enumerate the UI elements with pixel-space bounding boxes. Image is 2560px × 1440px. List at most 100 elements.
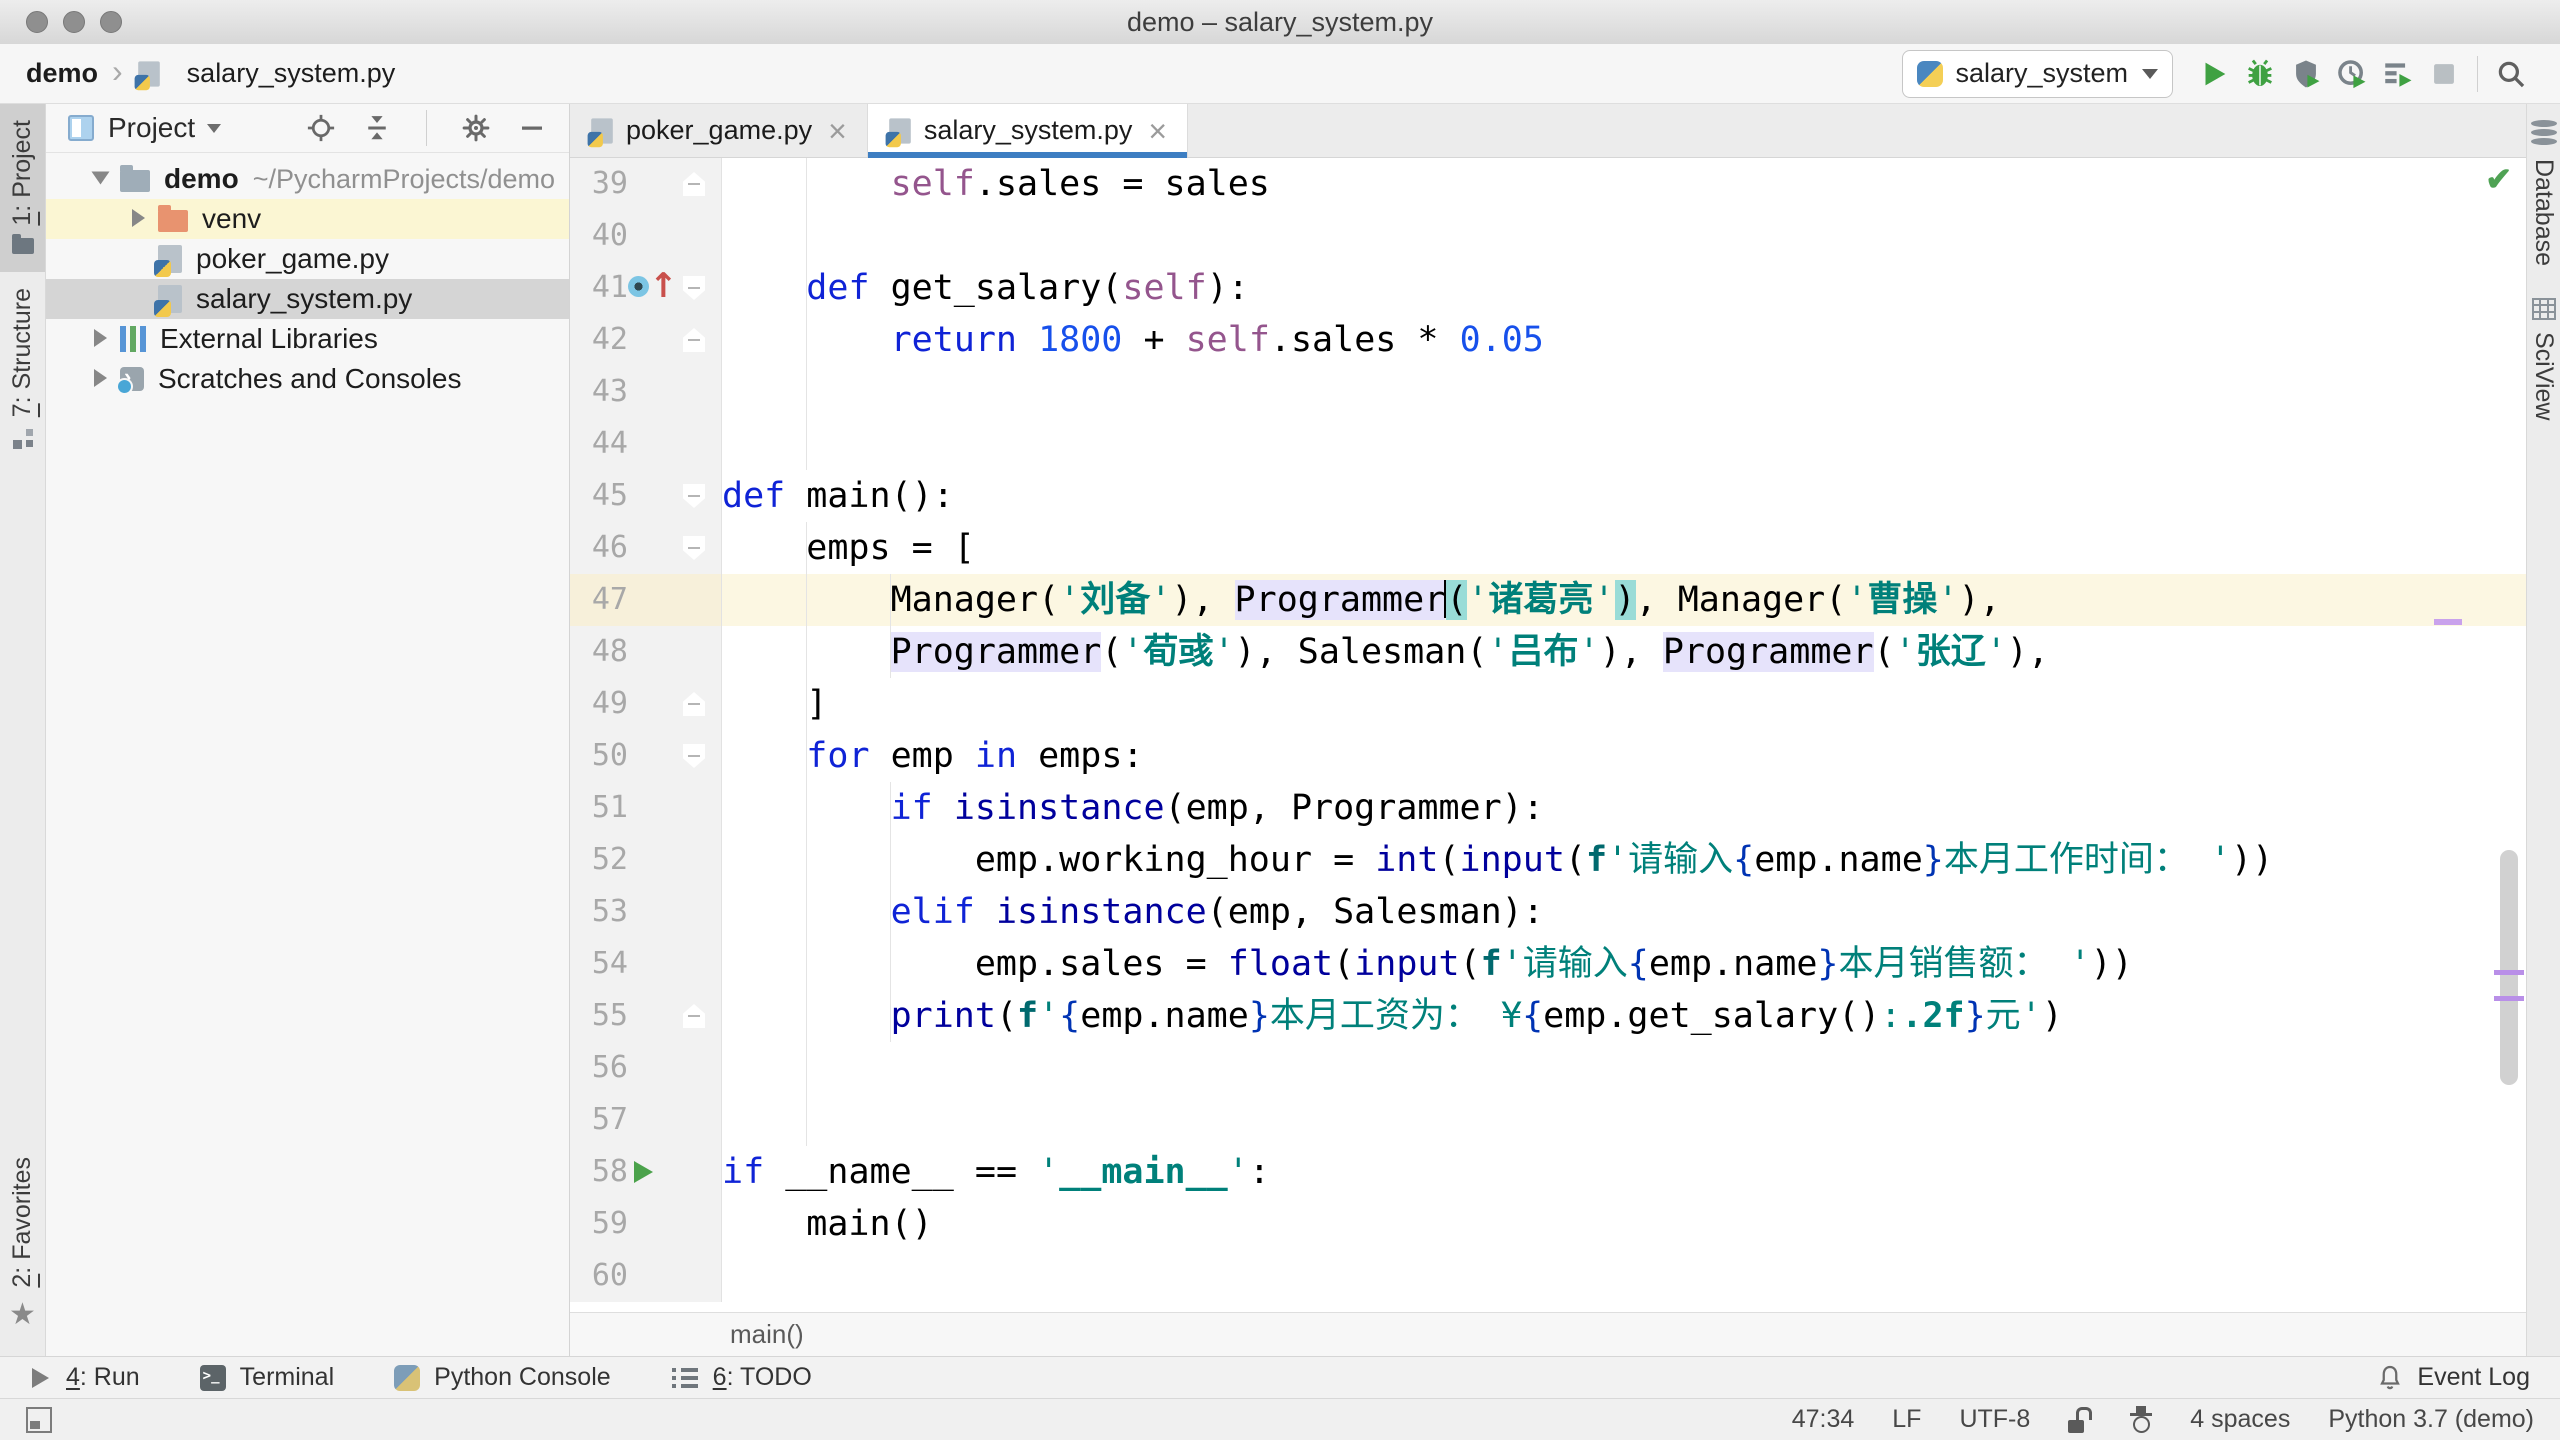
- readonly-toggle-icon[interactable]: [2068, 1406, 2093, 1433]
- close-window-button[interactable]: [26, 11, 48, 33]
- fold-marker-icon[interactable]: [668, 990, 720, 1042]
- code-text[interactable]: [722, 1042, 2526, 1094]
- code-text[interactable]: Manager('刘备'), Programmer('诸葛亮'), Manage…: [722, 574, 2526, 626]
- code-text[interactable]: main(): [722, 1198, 2526, 1250]
- fold-marker-icon[interactable]: [668, 678, 720, 730]
- settings-button[interactable]: [459, 111, 493, 145]
- code-text[interactable]: return 1800 + self.sales * 0.05: [722, 314, 2526, 366]
- close-tab-icon[interactable]: ×: [828, 115, 847, 147]
- editor-tab-poker-game-py[interactable]: poker_game.py ×: [570, 104, 868, 157]
- code-text[interactable]: emp.sales = float(input(f'请输入{emp.name}本…: [722, 938, 2526, 990]
- tool-window-toggle-icon[interactable]: [26, 1406, 52, 1433]
- status-python-interpreter[interactable]: Python 3.7 (demo): [2328, 1405, 2534, 1434]
- toolbar-profile-button[interactable]: [2329, 51, 2375, 97]
- code-text[interactable]: for emp in emps:: [722, 730, 2526, 782]
- line-number[interactable]: 46: [570, 522, 628, 574]
- project-panel-title[interactable]: Project: [108, 112, 195, 144]
- line-number[interactable]: 40: [570, 210, 628, 262]
- code-text[interactable]: self.sales = sales: [722, 158, 2526, 210]
- editor-scrollbar[interactable]: [2500, 850, 2518, 1085]
- code-text[interactable]: elif isinstance(emp, Salesman):: [722, 886, 2526, 938]
- line-number[interactable]: 47: [570, 574, 628, 626]
- tool-window-button-terminal[interactable]: Terminal: [199, 1363, 334, 1392]
- line-number[interactable]: 53: [570, 886, 628, 938]
- project-item-venv[interactable]: venv: [46, 199, 569, 239]
- expand-arrow-icon[interactable]: [124, 207, 158, 231]
- code-text[interactable]: [722, 1094, 2526, 1146]
- line-number[interactable]: 54: [570, 938, 628, 990]
- project-item-salary-system[interactable]: salary_system.py: [46, 279, 569, 319]
- status-caret-position[interactable]: 47:34: [1792, 1405, 1855, 1434]
- line-number[interactable]: 44: [570, 418, 628, 470]
- line-number[interactable]: 52: [570, 834, 628, 886]
- code-editor[interactable]: 39 self.sales = sales4041 def get_salary…: [570, 158, 2526, 1312]
- fold-marker-icon[interactable]: [668, 522, 720, 574]
- stripe-button-sciview[interactable]: SciView: [2527, 282, 2560, 436]
- expand-arrow-icon[interactable]: [86, 367, 120, 391]
- status-indent-style[interactable]: 4 spaces: [2190, 1405, 2290, 1434]
- stripe-button-project[interactable]: 1: Project: [0, 104, 45, 272]
- code-text[interactable]: emp.working_hour = int(input(f'请输入{emp.n…: [722, 834, 2526, 886]
- hide-button[interactable]: [515, 111, 549, 145]
- fold-marker-icon[interactable]: [668, 262, 720, 314]
- run-configuration-select[interactable]: salary_system: [1902, 49, 2173, 98]
- line-number[interactable]: 45: [570, 470, 628, 522]
- stripe-button-favorites[interactable]: 2: Favorites: [0, 1141, 45, 1346]
- code-text[interactable]: ]: [722, 678, 2526, 730]
- code-text[interactable]: [722, 1250, 2526, 1302]
- tool-window-button-run[interactable]: 4: Run: [30, 1363, 140, 1392]
- line-number[interactable]: 56: [570, 1042, 628, 1094]
- line-number[interactable]: 51: [570, 782, 628, 834]
- code-text[interactable]: [722, 418, 2526, 470]
- toolbar-concurrency-diagram-button[interactable]: [2375, 51, 2421, 97]
- project-item-poker-game[interactable]: poker_game.py: [46, 239, 569, 279]
- code-text[interactable]: print(f'{emp.name}本月工资为： ¥{emp.get_salar…: [722, 990, 2526, 1042]
- project-item-scratches[interactable]: Scratches and Consoles: [46, 359, 569, 399]
- line-number[interactable]: 39: [570, 158, 628, 210]
- close-tab-icon[interactable]: ×: [1148, 115, 1167, 147]
- fold-marker-icon[interactable]: [668, 314, 720, 366]
- override-gutter-icon[interactable]: [628, 262, 678, 314]
- status-line-separator[interactable]: LF: [1892, 1405, 1921, 1434]
- expand-arrow-icon[interactable]: [86, 327, 120, 351]
- toolbar-stop-button[interactable]: [2421, 51, 2467, 97]
- line-number[interactable]: 59: [570, 1198, 628, 1250]
- status-file-encoding[interactable]: UTF-8: [1959, 1405, 2030, 1434]
- collapse-all-button[interactable]: [360, 111, 394, 145]
- line-number[interactable]: 48: [570, 626, 628, 678]
- inspections-ok-icon[interactable]: ✔: [2485, 160, 2512, 198]
- locate-button[interactable]: [304, 111, 338, 145]
- line-number[interactable]: 55: [570, 990, 628, 1042]
- line-number[interactable]: 43: [570, 366, 628, 418]
- code-text[interactable]: [722, 366, 2526, 418]
- minimize-window-button[interactable]: [63, 11, 85, 33]
- error-stripe-mark[interactable]: [2494, 996, 2524, 1001]
- breadcrumb-element[interactable]: main(): [730, 1319, 804, 1350]
- fold-marker-icon[interactable]: [668, 470, 720, 522]
- toolbar-run-with-coverage-button[interactable]: [2283, 51, 2329, 97]
- code-text[interactable]: Programmer('荀彧'), Salesman('吕布'), Progra…: [722, 626, 2526, 678]
- error-stripe-mark[interactable]: [2494, 970, 2524, 975]
- fold-marker-icon[interactable]: [668, 730, 720, 782]
- toolbar-debug-button[interactable]: [2237, 51, 2283, 97]
- breadcrumb-project[interactable]: demo: [26, 58, 98, 89]
- editor-tab-salary-system-py[interactable]: salary_system.py ×: [867, 104, 1189, 158]
- line-number[interactable]: 58: [570, 1146, 628, 1198]
- project-item-external-libraries[interactable]: External Libraries: [46, 319, 569, 359]
- expand-arrow-icon[interactable]: [86, 167, 120, 191]
- code-text[interactable]: [722, 210, 2526, 262]
- tool-window-button-todo[interactable]: 6: TODO: [671, 1363, 812, 1392]
- stripe-button-database[interactable]: Database: [2527, 104, 2560, 282]
- code-text[interactable]: def get_salary(self):: [722, 262, 2526, 314]
- chevron-down-icon[interactable]: [207, 123, 222, 133]
- inspections-widget-icon[interactable]: [2130, 1406, 2153, 1433]
- code-text[interactable]: if isinstance(emp, Programmer):: [722, 782, 2526, 834]
- code-text[interactable]: emps = [: [722, 522, 2526, 574]
- stripe-button-structure[interactable]: 7: Structure: [0, 272, 45, 465]
- line-number[interactable]: 49: [570, 678, 628, 730]
- toolbar-search-everywhere-button[interactable]: [2488, 51, 2534, 97]
- tool-window-button-python-console[interactable]: Python Console: [394, 1363, 611, 1392]
- line-number[interactable]: 60: [570, 1250, 628, 1302]
- zoom-window-button[interactable]: [100, 11, 122, 33]
- code-text[interactable]: def main():: [722, 470, 2526, 522]
